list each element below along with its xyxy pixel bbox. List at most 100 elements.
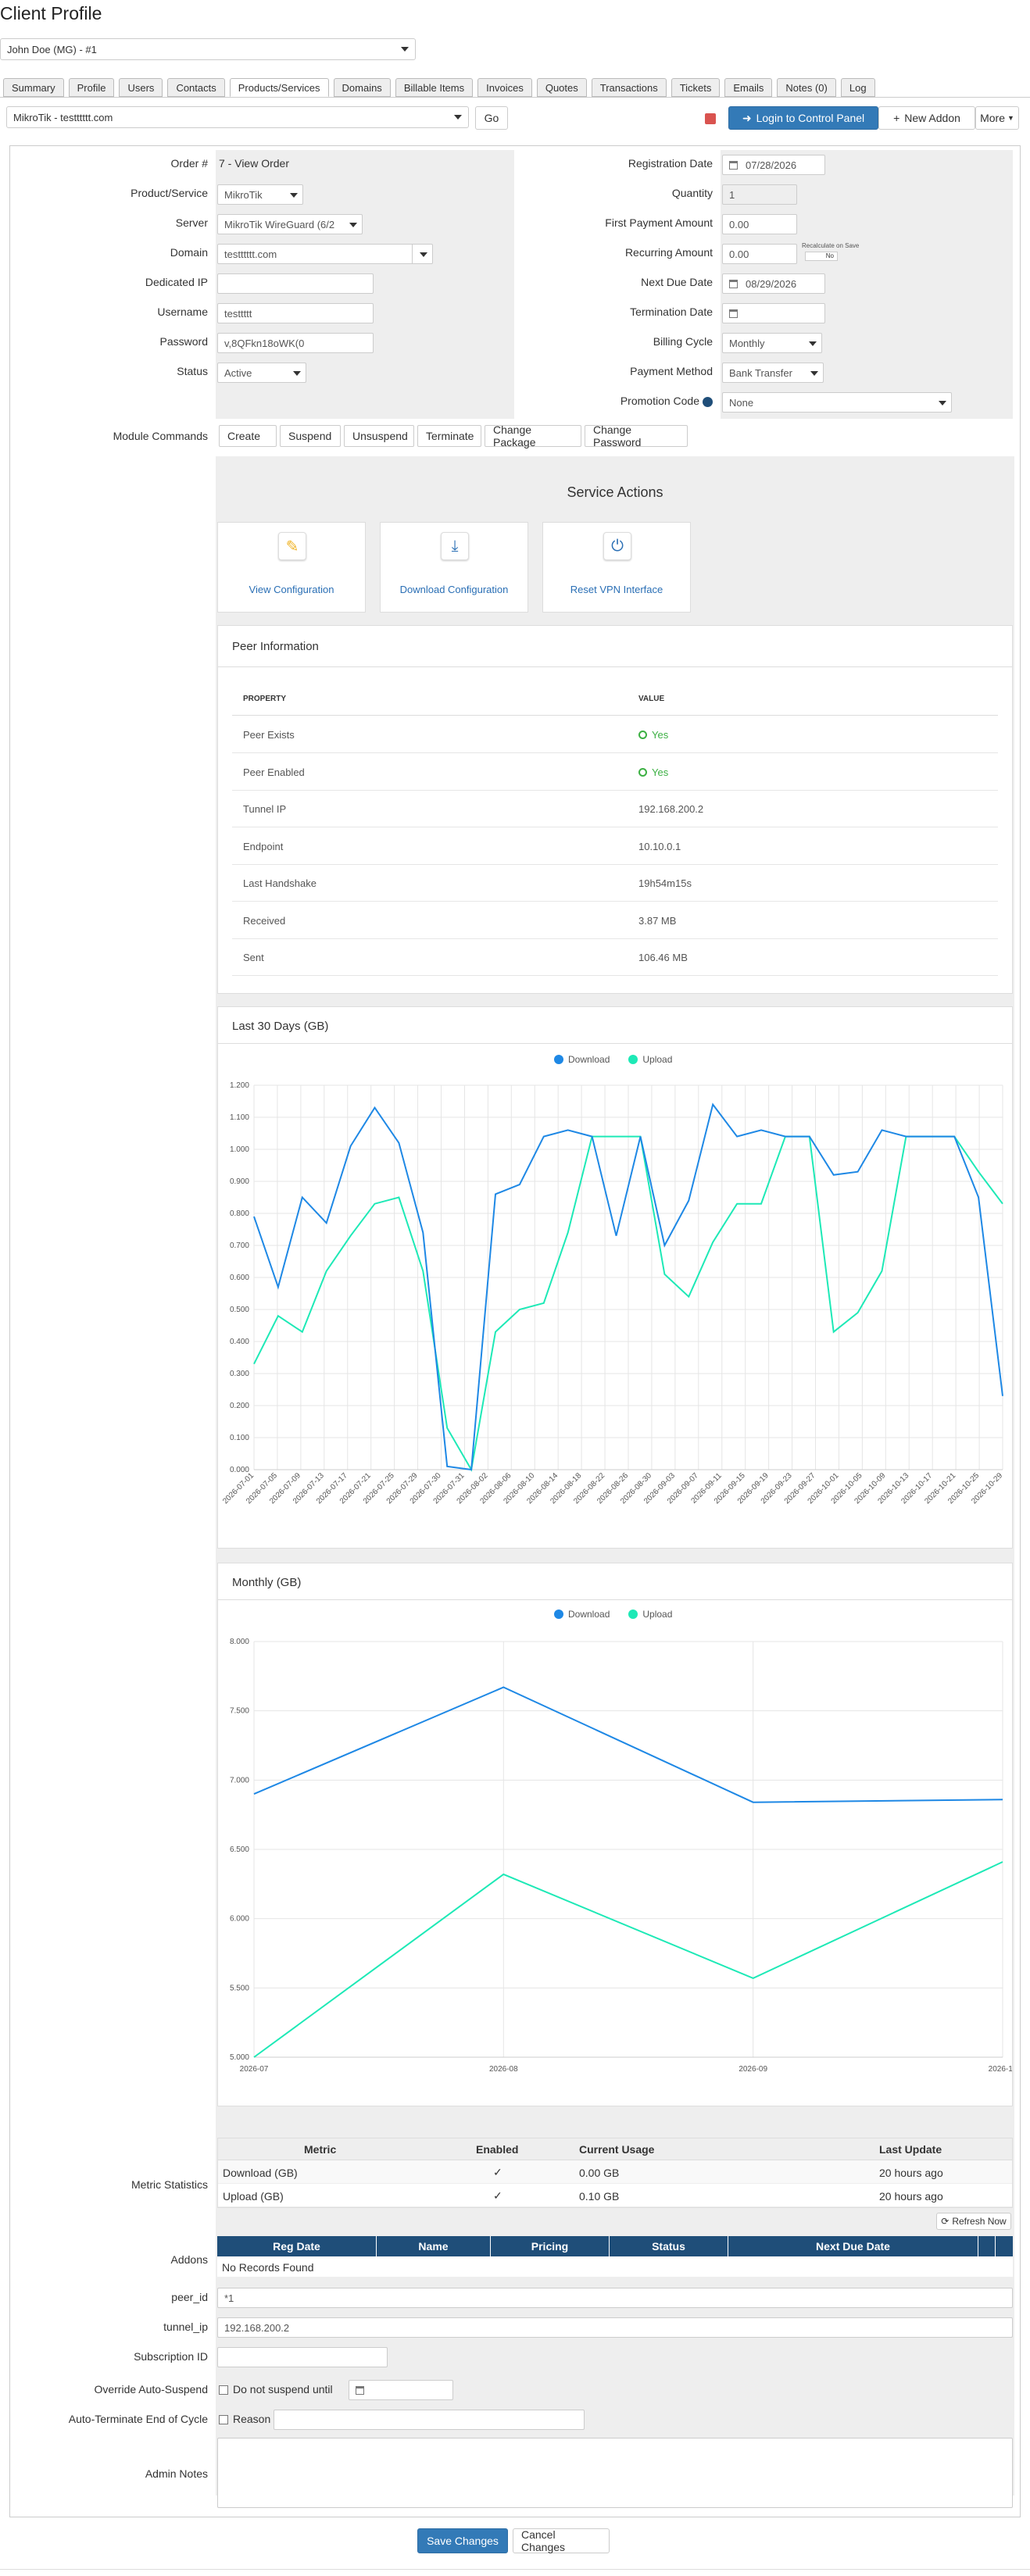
page-title: Client Profile: [0, 3, 102, 23]
y-tick-label: 0.100: [230, 1434, 249, 1442]
order-value[interactable]: 7 - View Order: [219, 157, 289, 170]
y-tick-label: 5.000: [230, 2053, 249, 2062]
tab-domains[interactable]: Domains: [333, 78, 391, 97]
peer-id-input[interactable]: *1: [217, 2288, 1013, 2308]
admin-notes-label: Admin Notes: [145, 2467, 208, 2480]
quantity-input-value: 1: [729, 188, 735, 201]
y-tick-label: 0.400: [230, 1338, 249, 1346]
recalculate-toggle[interactable]: No: [805, 252, 838, 261]
status-select[interactable]: Active: [217, 363, 306, 383]
go-button[interactable]: Go: [475, 106, 508, 130]
product-service-select[interactable]: MikroTik: [217, 184, 303, 205]
payment-method-select[interactable]: Bank Transfer: [722, 363, 824, 383]
billing-cycle-select[interactable]: Monthly: [722, 333, 822, 353]
table-row: Tunnel IP 192.168.200.2: [232, 791, 998, 827]
auto-terminate-checkbox[interactable]: [219, 2415, 228, 2424]
quantity-label-text: Quantity: [671, 187, 713, 199]
download-configuration-action[interactable]: ⤓ Download Configuration: [380, 522, 528, 613]
chart-monthly-title: Monthly (GB): [232, 1576, 302, 1589]
module-unsuspend-button[interactable]: Unsuspend: [344, 425, 414, 447]
payment-method-label: Payment Method: [516, 365, 713, 377]
tab-log[interactable]: Log: [840, 78, 875, 97]
addons-col-name: Name: [377, 2236, 491, 2256]
next-due-date-label-text: Next Due Date: [641, 276, 713, 288]
password-input[interactable]: v,8QFkn18oWK(0: [217, 333, 374, 353]
new-addon-button[interactable]: + New Addon: [878, 106, 975, 130]
registration-date-label-text: Registration Date: [628, 157, 713, 170]
module-terminate-button[interactable]: Terminate: [417, 425, 481, 447]
tab-notes-0[interactable]: Notes (0): [777, 78, 836, 97]
server-select[interactable]: MikroTik WireGuard (6/2: [217, 214, 363, 234]
module-suspend-button[interactable]: Suspend: [280, 425, 341, 447]
promotion-code-select[interactable]: None: [722, 392, 952, 413]
tab-profile[interactable]: Profile: [68, 78, 115, 97]
termination-date-input[interactable]: [722, 303, 825, 323]
more-button[interactable]: More ▼: [975, 106, 1019, 130]
override-suspend-date-input[interactable]: [349, 2380, 453, 2400]
subscription-id-input[interactable]: [217, 2347, 388, 2367]
metric-table: Metric Enabled Current Usage Last Update…: [217, 2138, 1013, 2208]
tab-transactions[interactable]: Transactions: [591, 78, 667, 97]
addons-empty-row: No Records Found: [217, 2256, 1013, 2277]
dedicated-ip-input[interactable]: [217, 273, 374, 294]
peer-value: 10.10.0.1: [638, 841, 681, 852]
tab-contacts[interactable]: Contacts: [167, 78, 225, 97]
delete-icon[interactable]: [705, 113, 716, 124]
power-icon: ⏻: [603, 532, 631, 560]
tab-summary[interactable]: Summary: [3, 78, 64, 97]
username-input[interactable]: testtttt: [217, 303, 374, 323]
override-auto-suspend-checkbox[interactable]: [219, 2385, 228, 2395]
peer-property: Peer Exists: [243, 729, 295, 741]
peer-property: Received: [243, 914, 286, 927]
next-due-date-input[interactable]: 08/29/2026: [722, 273, 825, 294]
recurring-amount-label: Recurring Amount: [516, 246, 713, 259]
tunnel-ip-input[interactable]: 192.168.200.2: [217, 2317, 1013, 2338]
reset-vpn-interface-action[interactable]: ⏻ Reset VPN Interface: [542, 522, 691, 613]
client-select[interactable]: John Doe (MG) - #1: [0, 38, 416, 60]
server-label: Server: [175, 216, 208, 229]
recurring-amount-input[interactable]: 0.00: [722, 244, 797, 264]
peer-value-text: 19h54m15s: [638, 877, 692, 889]
tab-billable-items[interactable]: Billable Items: [395, 78, 474, 97]
x-tick-label: 2026-08: [489, 2065, 518, 2074]
table-row: Last Handshake 19h54m15s: [232, 865, 998, 902]
y-tick-label: 5.500: [230, 1984, 249, 1992]
metric-name: Download (GB): [223, 2167, 298, 2179]
chevron-down-icon: [809, 341, 817, 346]
x-tick-label: 2026-10: [989, 2065, 1012, 2074]
admin-notes-textarea[interactable]: [217, 2438, 1013, 2508]
first-payment-amount-input[interactable]: 0.00: [722, 214, 797, 234]
peer-value: 19h54m15s: [638, 877, 692, 889]
tab-emails[interactable]: Emails: [724, 78, 773, 97]
module-change-package-button[interactable]: Change Package: [485, 423, 581, 448]
domain-input[interactable]: testttttt.com: [217, 244, 433, 264]
chevron-down-icon: [349, 223, 357, 227]
tab-quotes[interactable]: Quotes: [536, 78, 587, 97]
peer-property: Peer Enabled: [243, 766, 305, 778]
tab-products-services[interactable]: Products/Services: [229, 78, 329, 97]
table-row: Endpoint 10.10.0.1: [232, 828, 998, 865]
cancel-changes-button[interactable]: Cancel Changes: [513, 2528, 610, 2553]
info-icon[interactable]: [703, 396, 713, 407]
username-label: Username: [157, 305, 208, 318]
peer-value-text: 192.168.200.2: [638, 803, 704, 815]
login-control-panel-button[interactable]: ➜ Login to Control Panel: [728, 106, 878, 130]
module-create-button[interactable]: Create: [219, 425, 277, 447]
save-changes-button[interactable]: Save Changes: [417, 2528, 508, 2553]
auto-terminate-reason-input[interactable]: [274, 2410, 585, 2430]
module-change-password-button[interactable]: Change Password: [585, 423, 688, 448]
service-select[interactable]: MikroTik - testttttt.com: [6, 106, 469, 128]
view-configuration-action[interactable]: ✎ View Configuration: [217, 522, 366, 613]
tab-invoices[interactable]: Invoices: [477, 78, 532, 97]
refresh-now-button[interactable]: ⟳ Refresh Now: [936, 2213, 1011, 2230]
x-tick-label: 2026-07: [240, 2065, 269, 2074]
y-tick-label: 6.000: [230, 1915, 249, 1924]
status-label: Status: [177, 365, 208, 377]
peer-property: Endpoint: [243, 840, 284, 852]
registration-date-input[interactable]: 07/28/2026: [722, 155, 825, 175]
tab-users[interactable]: Users: [119, 78, 163, 97]
billing-cycle-label: Billing Cycle: [516, 335, 713, 348]
tab-tickets[interactable]: Tickets: [671, 78, 721, 97]
chart-monthly-plot: 5.000 5.500 6.000 6.500 7.000 7.500 8.000 2026-…: [230, 1638, 1012, 2074]
payment-method-label-text: Payment Method: [630, 365, 713, 377]
